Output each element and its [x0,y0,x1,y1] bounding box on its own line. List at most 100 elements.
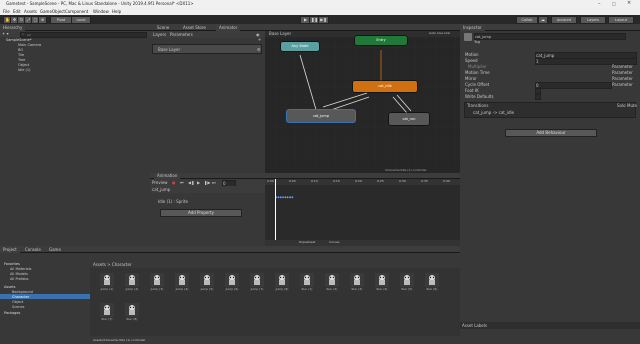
tab-parameters[interactable]: Parameters [170,32,193,37]
hierarchy-item-object[interactable]: Object [18,63,29,67]
menu-assets[interactable]: Assets [24,9,37,14]
state-any[interactable]: Any State [281,42,319,51]
favorite-models[interactable]: All Models [10,272,28,276]
asset-item[interactable]: Jump (7) [248,273,266,297]
folder-character[interactable]: Character [12,295,29,299]
tab-console[interactable]: Console [22,246,44,253]
hierarchy-item-main-camera[interactable]: Main Camera [18,43,41,47]
record-icon[interactable]: ● [172,180,176,185]
mirror-parameter[interactable]: Parameter [612,76,633,81]
minimize-icon[interactable]: – [598,1,601,7]
add-behaviour-button[interactable]: Add Behaviour [505,129,597,137]
property-row[interactable]: Idle (1) : Sprite [150,199,265,205]
clip-dropdown[interactable]: cat_jump [152,187,170,192]
timeline-area[interactable]: 0:00 0:05 0:10 0:15 0:20 0:25 0:30 0:35 … [265,179,460,246]
folder-scenes[interactable]: Scenes [12,305,25,309]
menu-file[interactable]: File [3,9,10,14]
last-key-icon[interactable]: ⏭ [212,180,216,185]
project-breadcrumb[interactable]: Assets > Character [93,262,132,267]
asset-item[interactable]: Run (6) [423,273,441,297]
create-button[interactable]: + ▾ [2,31,9,36]
field-cycle-offset-value[interactable]: 0 [535,82,612,89]
tab-game[interactable]: Game [46,246,64,253]
add-layer-icon[interactable]: + [258,37,261,42]
add-property-button[interactable]: Add Property [160,209,242,217]
hierarchy-item-tile[interactable]: Tile [18,53,24,57]
asset-item[interactable]: Run (2) [323,273,341,297]
state-cat-run[interactable]: cat_run [389,113,429,125]
cloud-button[interactable]: ☁ [538,16,548,24]
step-button[interactable]: ▶❚ [318,16,329,24]
hierarchy-item-scene[interactable]: SampleScene* [6,38,32,42]
asset-item[interactable]: Jump (2) [123,273,141,297]
local-toggle[interactable]: Local [71,16,91,24]
account-dropdown[interactable]: Account [551,16,577,24]
asset-label: Run (1) [301,287,313,291]
dopesheet-tab[interactable]: Dopesheet [299,240,315,244]
menu-help[interactable]: Help [112,9,121,14]
breadcrumb-base-layer[interactable]: Base Layer [269,31,291,36]
preview-button[interactable]: Preview [152,180,168,185]
tab-scene[interactable]: Scene [154,24,172,31]
asset-item[interactable]: Jump (1) [98,273,116,297]
hierarchy-item-idle[interactable]: Idle (1) [18,68,30,72]
layers-dropdown[interactable]: Layers [580,16,606,24]
animator-graph[interactable]: Base Layer Auto Live Link Any State Entr… [265,31,460,173]
gear-icon[interactable]: ⚙ [257,47,261,52]
tab-asset-store[interactable]: Asset Store [180,24,209,31]
asset-item[interactable]: Run (7) [98,303,116,327]
asset-item[interactable]: Jump (5) [198,273,216,297]
playhead[interactable] [275,179,276,241]
tab-inspector[interactable]: Inspector [460,24,485,31]
collab-dropdown[interactable]: Collab [516,16,538,24]
asset-item[interactable]: Jump (4) [173,273,191,297]
asset-item[interactable]: Run (8) [123,303,141,327]
favorites-header[interactable]: Favorites [4,262,20,266]
asset-item[interactable]: Run (4) [373,273,391,297]
base-layer-row[interactable]: Base Layer ⚙ [152,44,262,54]
prev-key-icon[interactable]: ◀❚ [188,180,194,185]
transition-row[interactable]: cat_jump -> cat_idle [473,110,514,115]
state-entry[interactable]: Entry [355,36,407,45]
asset-item[interactable]: Jump (6) [223,273,241,297]
close-icon[interactable]: × [627,0,631,6]
curves-tab[interactable]: Curves [329,240,339,244]
motion-time-parameter[interactable]: Parameter [612,70,633,75]
layout-dropdown[interactable]: Layout [608,16,634,24]
maximize-icon[interactable]: □ [612,1,616,6]
asset-item[interactable]: Jump (8) [273,273,291,297]
multiplier-parameter[interactable]: Parameter [612,64,633,69]
asset-item[interactable]: Run (5) [398,273,416,297]
hierarchy-item-bg[interactable]: BG [18,48,23,52]
tab-hierarchy[interactable]: Hierarchy [0,24,26,31]
menu-gameobject[interactable]: GameObject [40,9,65,14]
menu-component[interactable]: Component [65,9,88,14]
hierarchy-item-tree[interactable]: Tree [18,58,25,62]
tab-animator[interactable]: Animator [216,24,241,31]
transform-tool-button[interactable]: ⊕ [38,16,47,24]
state-cat-jump[interactable]: cat_jump [287,110,355,122]
menu-edit[interactable]: Edit [13,9,21,14]
auto-live-link[interactable]: Auto Live Link [429,31,450,35]
tab-layers[interactable]: Layers [153,32,166,37]
write-defaults-checkbox[interactable] [535,94,541,100]
hierarchy-search[interactable]: ⌕ All [20,32,147,38]
assets-header[interactable]: Assets [4,285,15,289]
first-key-icon[interactable]: ⏮ [180,180,184,185]
asset-item[interactable]: Jump (3) [148,273,166,297]
packages-header[interactable]: Packages [4,311,20,315]
asset-item[interactable]: Run (3) [348,273,366,297]
asset-item[interactable]: Run (1) [298,273,316,297]
favorite-materials[interactable]: All Materials [10,267,32,271]
pivot-toggle[interactable]: Pivot [50,16,72,24]
cycle-offset-parameter[interactable]: Parameter [612,82,633,87]
next-key-icon[interactable]: ❚▶ [204,180,210,185]
state-cat-idle[interactable]: cat_idle [353,81,417,92]
favorite-prefabs[interactable]: All Prefabs [10,277,28,281]
tab-project[interactable]: Project [0,246,20,253]
state-name-field[interactable]: cat_jump [474,33,626,40]
menu-window[interactable]: Window [93,9,109,14]
play-anim-icon[interactable]: ▶ [197,180,200,185]
folder-object[interactable]: Object [12,300,23,304]
keyframes-row[interactable]: ◆◆◆◆◆◆◆◆ [275,195,301,199]
